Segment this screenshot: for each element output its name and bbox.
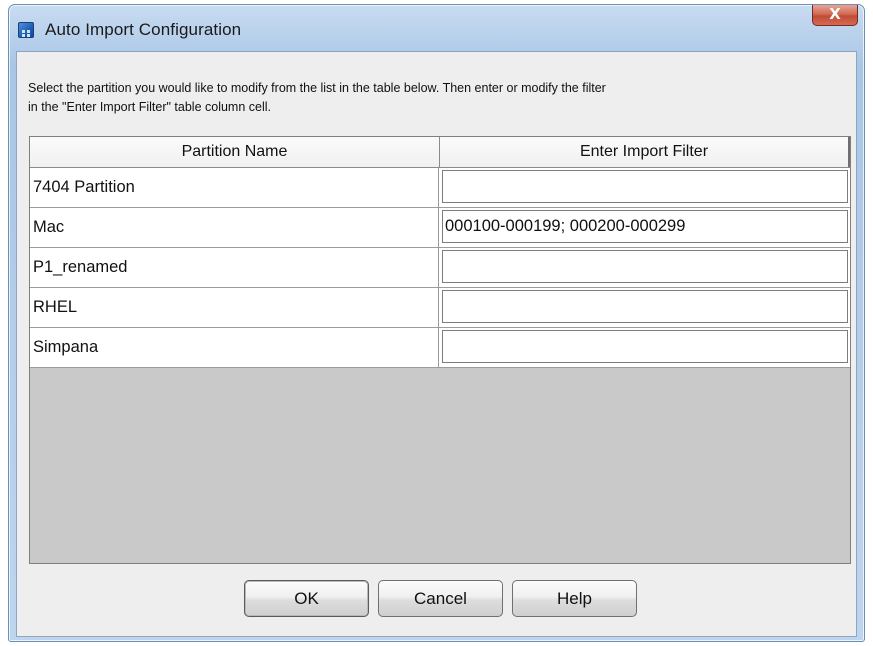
- table-row[interactable]: Mac: [30, 208, 850, 248]
- partition-table: Partition Name Enter Import Filter 7404 …: [29, 136, 851, 564]
- instructions-line-2: in the "Enter Import Filter" table colum…: [28, 100, 271, 114]
- import-filter-input[interactable]: [442, 210, 848, 243]
- cancel-button[interactable]: Cancel: [378, 580, 503, 617]
- table-row[interactable]: Simpana: [30, 328, 850, 368]
- button-bar: OK Cancel Help: [17, 580, 856, 620]
- column-header-import-filter[interactable]: Enter Import Filter: [440, 137, 850, 167]
- close-icon: X: [829, 5, 841, 23]
- window-title: Auto Import Configuration: [45, 20, 242, 39]
- instructions-text: Select the partition you would like to m…: [28, 79, 848, 117]
- import-filter-input[interactable]: [442, 250, 848, 283]
- partition-name-cell[interactable]: Mac: [30, 208, 439, 247]
- help-button[interactable]: Help: [512, 580, 637, 617]
- table-row[interactable]: 7404 Partition: [30, 168, 850, 208]
- title-bar[interactable]: Auto Import Configuration X: [9, 5, 864, 51]
- table-header: Partition Name Enter Import Filter: [30, 137, 850, 168]
- partition-name-cell[interactable]: Simpana: [30, 328, 439, 367]
- close-button[interactable]: X: [812, 5, 858, 26]
- partition-name-cell[interactable]: RHEL: [30, 288, 439, 327]
- import-filter-input[interactable]: [442, 170, 848, 203]
- app-window-icon: [18, 22, 34, 38]
- partition-name-cell[interactable]: P1_renamed: [30, 248, 439, 287]
- ok-button[interactable]: OK: [244, 580, 369, 617]
- instructions-line-1: Select the partition you would like to m…: [28, 81, 606, 95]
- table-row[interactable]: P1_renamed: [30, 248, 850, 288]
- partition-name-cell[interactable]: 7404 Partition: [30, 168, 439, 207]
- dialog-content: Select the partition you would like to m…: [16, 51, 857, 637]
- import-filter-input[interactable]: [442, 290, 848, 323]
- import-filter-input[interactable]: [442, 330, 848, 363]
- column-header-partition-name[interactable]: Partition Name: [30, 137, 440, 167]
- table-row[interactable]: RHEL: [30, 288, 850, 328]
- dialog-window: Auto Import Configuration X Select the p…: [8, 4, 865, 642]
